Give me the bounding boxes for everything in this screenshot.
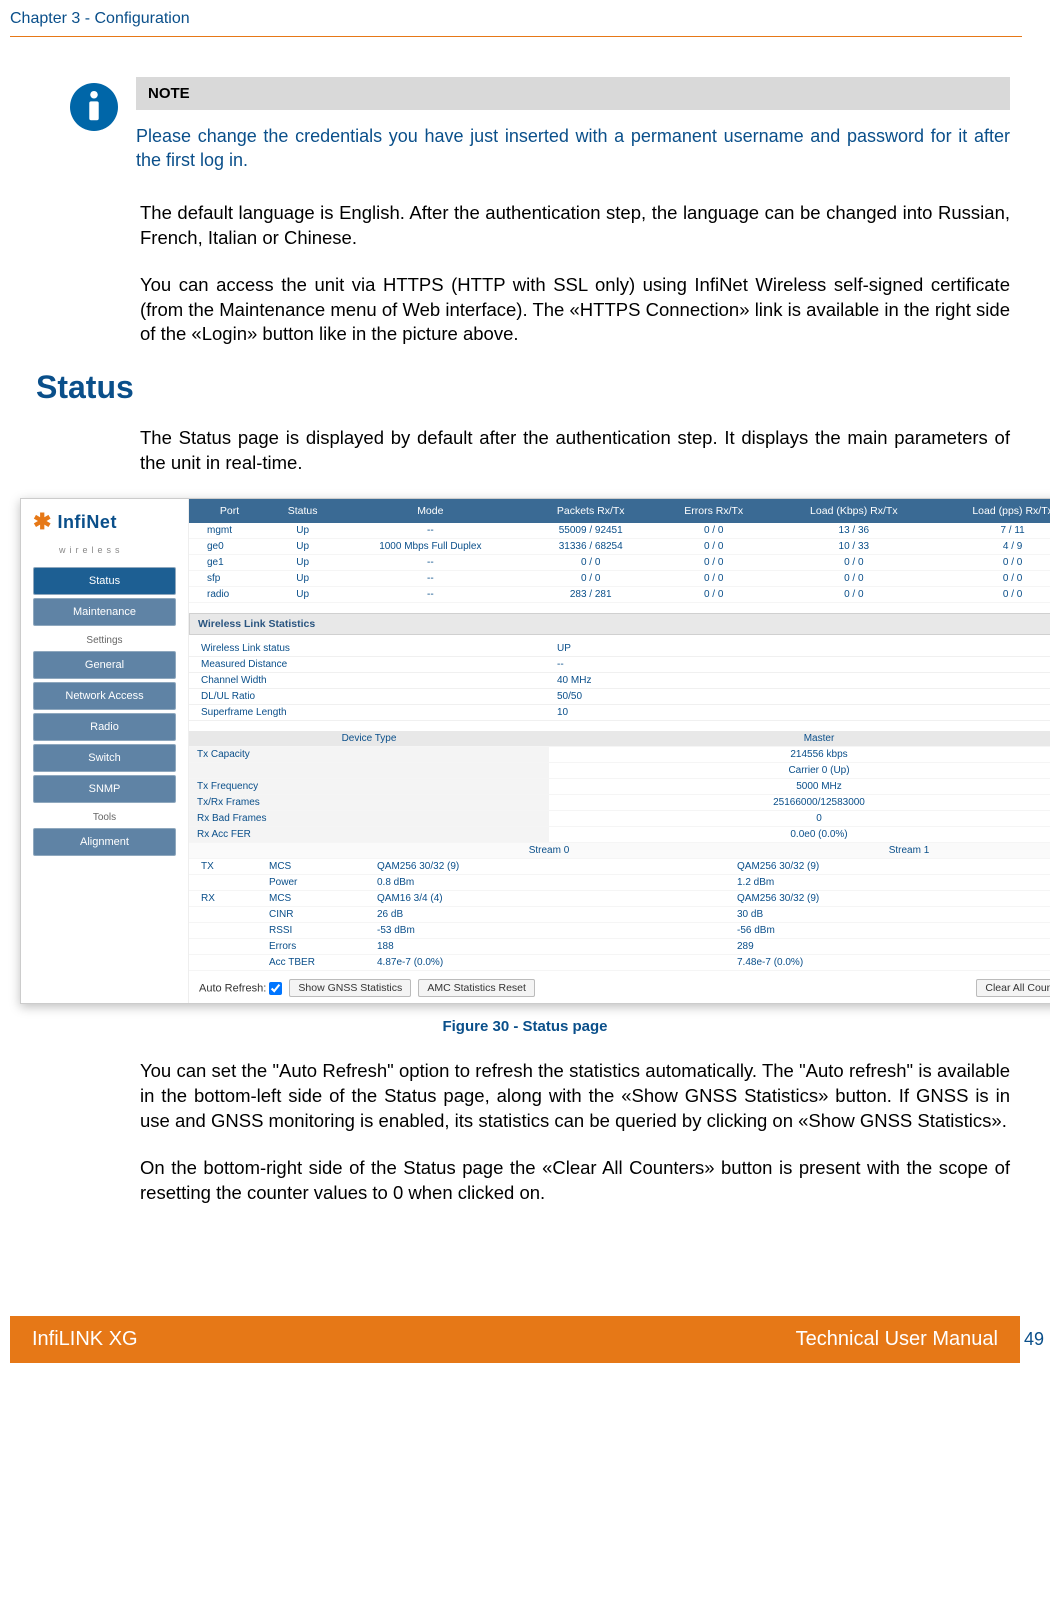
nav-maintenance[interactable]: Maintenance [33, 598, 176, 626]
nav-radio[interactable]: Radio [33, 713, 176, 741]
table-row: Tx/Rx Frames25166000/12583000 [189, 795, 1050, 811]
paragraph: The Status page is displayed by default … [140, 426, 1010, 476]
table-row: sfpUp--0 / 00 / 00 / 00 / 0 [189, 571, 1050, 587]
table-row: Carrier 0 (Up) [189, 763, 1050, 779]
table-row: Superframe Length10 [189, 705, 1050, 721]
nav-category-tools: Tools [29, 806, 180, 825]
stream-table: Stream 0 Stream 1 TXMCSQAM256 30/32 (9)Q… [189, 843, 1050, 971]
show-gnss-button[interactable]: Show GNSS Statistics [289, 979, 411, 997]
footer-left: InfiLINK XG [32, 1328, 138, 1351]
table-row: DL/UL Ratio50/50 [189, 689, 1050, 705]
logo-sub: wireless [59, 545, 180, 555]
nav-network-access[interactable]: Network Access [33, 682, 176, 710]
logo-mark-icon: ✱ [33, 509, 51, 535]
sidebar: ✱ InfiNet wireless Status Maintenance Se… [21, 499, 189, 1003]
page-number: 49 [1024, 1329, 1048, 1350]
auto-refresh-checkbox[interactable] [269, 982, 282, 995]
auto-refresh-label: Auto Refresh: [199, 982, 266, 994]
table-row: Tx Capacity214556 kbps [189, 747, 1050, 763]
nav-snmp[interactable]: SNMP [33, 775, 176, 803]
table-row: RXMCSQAM16 3/4 (4)QAM256 30/32 (9) [189, 891, 1050, 907]
stream0-header: Stream 0 [369, 843, 729, 859]
nav-general[interactable]: General [33, 651, 176, 679]
table-row: mgmtUp--55009 / 924510 / 013 / 367 / 11 [189, 523, 1050, 539]
section-title: Status [36, 369, 134, 406]
note-body: Please change the credentials you have j… [136, 110, 1010, 173]
device-master-header: Master [549, 731, 1050, 747]
table-row: TXMCSQAM256 30/32 (9)QAM256 30/32 (9) [189, 859, 1050, 875]
footer-right: Technical User Manual [796, 1328, 998, 1351]
th-mode: Mode [335, 499, 525, 523]
table-row: Measured Distance-- [189, 657, 1050, 673]
chapter-header: Chapter 3 - Configuration [0, 10, 1050, 36]
nav-category-settings: Settings [29, 629, 180, 648]
paragraph: The default language is English. After t… [140, 201, 1010, 251]
table-row: ge1Up--0 / 00 / 00 / 00 / 0 [189, 555, 1050, 571]
figure-caption: Figure 30 - Status page [40, 1018, 1010, 1035]
table-row: radioUp--283 / 2810 / 00 / 00 / 0 [189, 587, 1050, 603]
status-page-screenshot: ✱ InfiNet wireless Status Maintenance Se… [20, 498, 1050, 1004]
table-row: Wireless Link statusUP [189, 641, 1050, 657]
table-row: ge0Up1000 Mbps Full Duplex31336 / 682540… [189, 539, 1050, 555]
device-table: Device Type Master Tx Capacity214556 kbp… [189, 731, 1050, 843]
table-row: Errors188289 [189, 939, 1050, 955]
wireless-link-table: Wireless Link statusUPMeasured Distance-… [189, 641, 1050, 721]
device-type-header: Device Type [189, 731, 549, 747]
clear-counters-button[interactable]: Clear All Counters [976, 979, 1050, 997]
footer-bar: InfiLINK XG Technical User Manual [10, 1316, 1020, 1363]
nav-status[interactable]: Status [33, 567, 176, 595]
th-load-pps: Load (pps) Rx/Tx [936, 499, 1050, 523]
table-row: RSSI-53 dBm-56 dBm [189, 923, 1050, 939]
table-row: Rx Acc FER0.0e0 (0.0%) [189, 827, 1050, 843]
paragraph: You can set the "Auto Refresh" option to… [140, 1059, 1010, 1134]
table-row: CINR26 dB30 dB [189, 907, 1050, 923]
nav-switch[interactable]: Switch [33, 744, 176, 772]
table-row: Channel Width40 MHz [189, 673, 1050, 689]
table-row: Power0.8 dBm1.2 dBm [189, 875, 1050, 891]
note-label: NOTE [136, 77, 1010, 110]
paragraph: On the bottom-right side of the Status p… [140, 1156, 1010, 1206]
wireless-link-header: Wireless Link Statistics [189, 613, 1050, 635]
amc-reset-button[interactable]: AMC Statistics Reset [418, 979, 535, 997]
table-row: Tx Frequency5000 MHz [189, 779, 1050, 795]
table-row: Acc TBER4.87e-7 (0.0%)7.48e-7 (0.0%) [189, 955, 1050, 971]
th-packets: Packets Rx/Tx [525, 499, 656, 523]
stream1-header: Stream 1 [729, 843, 1050, 859]
th-errors: Errors Rx/Tx [656, 499, 771, 523]
th-load-kbps: Load (Kbps) Rx/Tx [771, 499, 936, 523]
ports-table: Port Status Mode Packets Rx/Tx Errors Rx… [189, 499, 1050, 603]
info-icon [70, 83, 118, 131]
th-port: Port [189, 499, 270, 523]
paragraph: You can access the unit via HTTPS (HTTP … [140, 273, 1010, 348]
logo: ✱ InfiNet [29, 509, 180, 535]
logo-text: InfiNet [57, 512, 117, 533]
th-status: Status [270, 499, 335, 523]
nav-alignment[interactable]: Alignment [33, 828, 176, 856]
table-row: Rx Bad Frames0 [189, 811, 1050, 827]
